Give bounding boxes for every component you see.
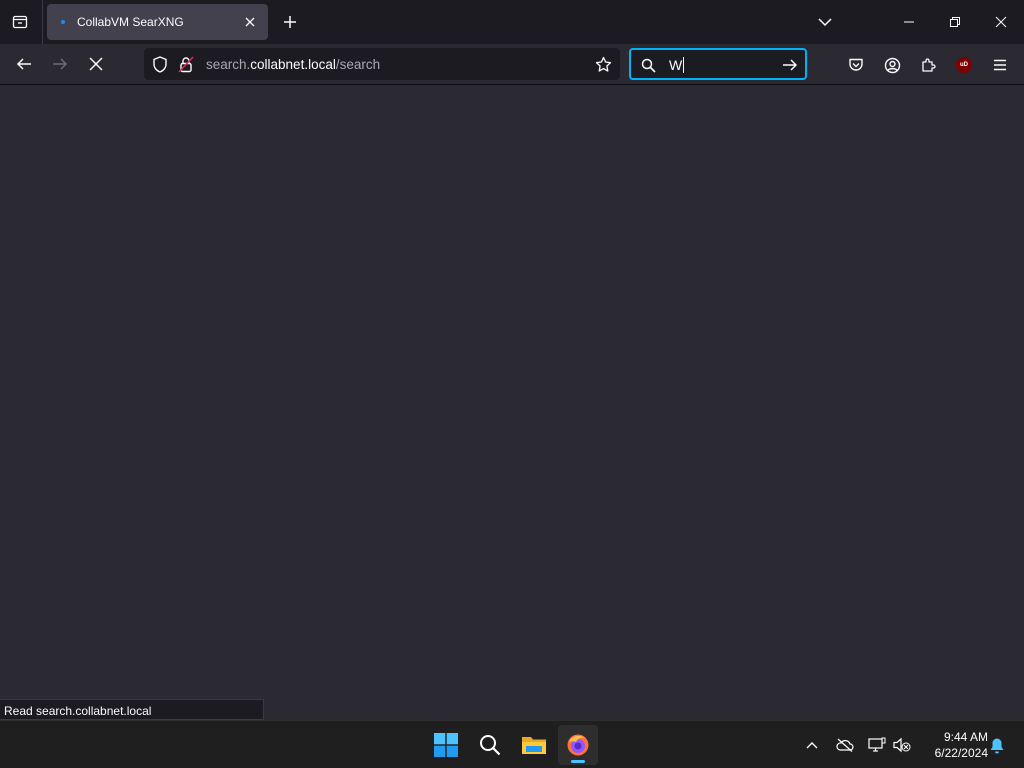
network-icon — [868, 737, 886, 752]
search-input[interactable] — [669, 56, 779, 74]
volume-tray-button[interactable] — [890, 733, 914, 757]
text-cursor — [683, 57, 684, 73]
app-menu-button[interactable] — [986, 51, 1014, 79]
status-text: Read search.collabnet.local — [4, 704, 152, 718]
account-button[interactable] — [878, 51, 906, 79]
close-icon — [245, 17, 255, 27]
network-tray-button[interactable] — [865, 733, 889, 757]
extensions-button[interactable] — [914, 51, 942, 79]
arrow-left-icon — [16, 58, 31, 70]
screen: CollabVM SearXNG search.collabnet.local/… — [0, 0, 1024, 768]
minimize-icon — [904, 21, 914, 23]
firefox-view-icon — [12, 15, 28, 29]
url-path: /search — [335, 57, 381, 72]
url-host-domain: collabnet.local — [250, 57, 336, 72]
file-explorer-button[interactable] — [514, 725, 554, 765]
restore-icon — [950, 17, 960, 27]
account-icon — [884, 57, 900, 73]
show-hidden-icons-button[interactable] — [800, 733, 824, 757]
taskbar: 9:44 AM 6/22/2024 — [0, 720, 1024, 768]
hamburger-menu-icon — [994, 59, 1006, 71]
tab-collabvm-searxng[interactable]: CollabVM SearXNG — [47, 4, 268, 40]
bookmark-star-button[interactable] — [594, 55, 612, 73]
insecure-lock-icon[interactable] — [177, 55, 195, 73]
arrow-right-icon — [53, 58, 68, 70]
cloud-offline-icon — [836, 738, 854, 752]
notifications-button[interactable] — [985, 733, 1009, 757]
taskbar-clock[interactable]: 9:44 AM 6/22/2024 — [918, 729, 988, 761]
tab-strip: CollabVM SearXNG — [0, 0, 1024, 44]
active-indicator — [571, 760, 585, 763]
firefox-view-button[interactable] — [4, 6, 36, 38]
new-tab-button[interactable] — [276, 8, 304, 36]
ublock-origin-button[interactable]: uD — [950, 51, 978, 79]
clock-date: 6/22/2024 — [934, 746, 988, 760]
restore-button[interactable] — [932, 0, 978, 44]
tracking-protection-shield-icon[interactable] — [151, 55, 169, 73]
close-icon — [995, 16, 1007, 28]
arrow-right-icon — [783, 59, 798, 71]
pocket-icon — [849, 58, 863, 71]
tab-separator — [42, 0, 43, 44]
minimize-button[interactable] — [886, 0, 932, 44]
tab-close-button[interactable] — [240, 12, 260, 32]
loading-favicon-icon — [61, 20, 65, 24]
firefox-taskbar-button[interactable] — [558, 725, 598, 765]
close-window-button[interactable] — [978, 0, 1024, 44]
navigation-toolbar: search.collabnet.local/search uD — [0, 44, 1024, 85]
url-host-prefix: search. — [206, 57, 251, 72]
start-button[interactable] — [426, 725, 466, 765]
search-icon[interactable] — [639, 56, 657, 74]
speaker-muted-icon — [893, 737, 911, 753]
star-icon — [595, 56, 611, 72]
list-all-tabs-button[interactable] — [810, 8, 840, 36]
puzzle-icon — [922, 58, 936, 72]
search-go-button[interactable] — [779, 55, 801, 75]
search-icon — [480, 735, 501, 756]
chevron-down-icon — [818, 18, 832, 27]
tab-title: CollabVM SearXNG — [77, 15, 184, 29]
chevron-up-icon — [806, 742, 818, 749]
shield-icon — [153, 55, 167, 73]
search-bar[interactable] — [629, 48, 807, 80]
stop-icon — [89, 57, 103, 71]
plus-icon — [284, 16, 296, 28]
status-panel: Read search.collabnet.local — [0, 699, 264, 720]
pocket-button[interactable] — [842, 51, 870, 79]
taskbar-search-button[interactable] — [470, 725, 510, 765]
lock-icon — [178, 55, 194, 73]
firefox-icon — [567, 734, 589, 756]
stop-button[interactable] — [81, 49, 111, 79]
ublock-icon: uD — [956, 57, 972, 73]
folder-icon — [522, 737, 546, 754]
clock-time: 9:44 AM — [943, 730, 988, 744]
windows-logo-icon — [434, 733, 458, 757]
url-text[interactable]: search.collabnet.local/search — [206, 57, 380, 72]
bell-icon — [990, 738, 1004, 753]
onedrive-tray-button[interactable] — [833, 733, 857, 757]
forward-button[interactable] — [45, 49, 75, 79]
page-content — [0, 86, 1024, 720]
back-button[interactable] — [9, 49, 39, 79]
url-bar[interactable]: search.collabnet.local/search — [144, 48, 620, 80]
